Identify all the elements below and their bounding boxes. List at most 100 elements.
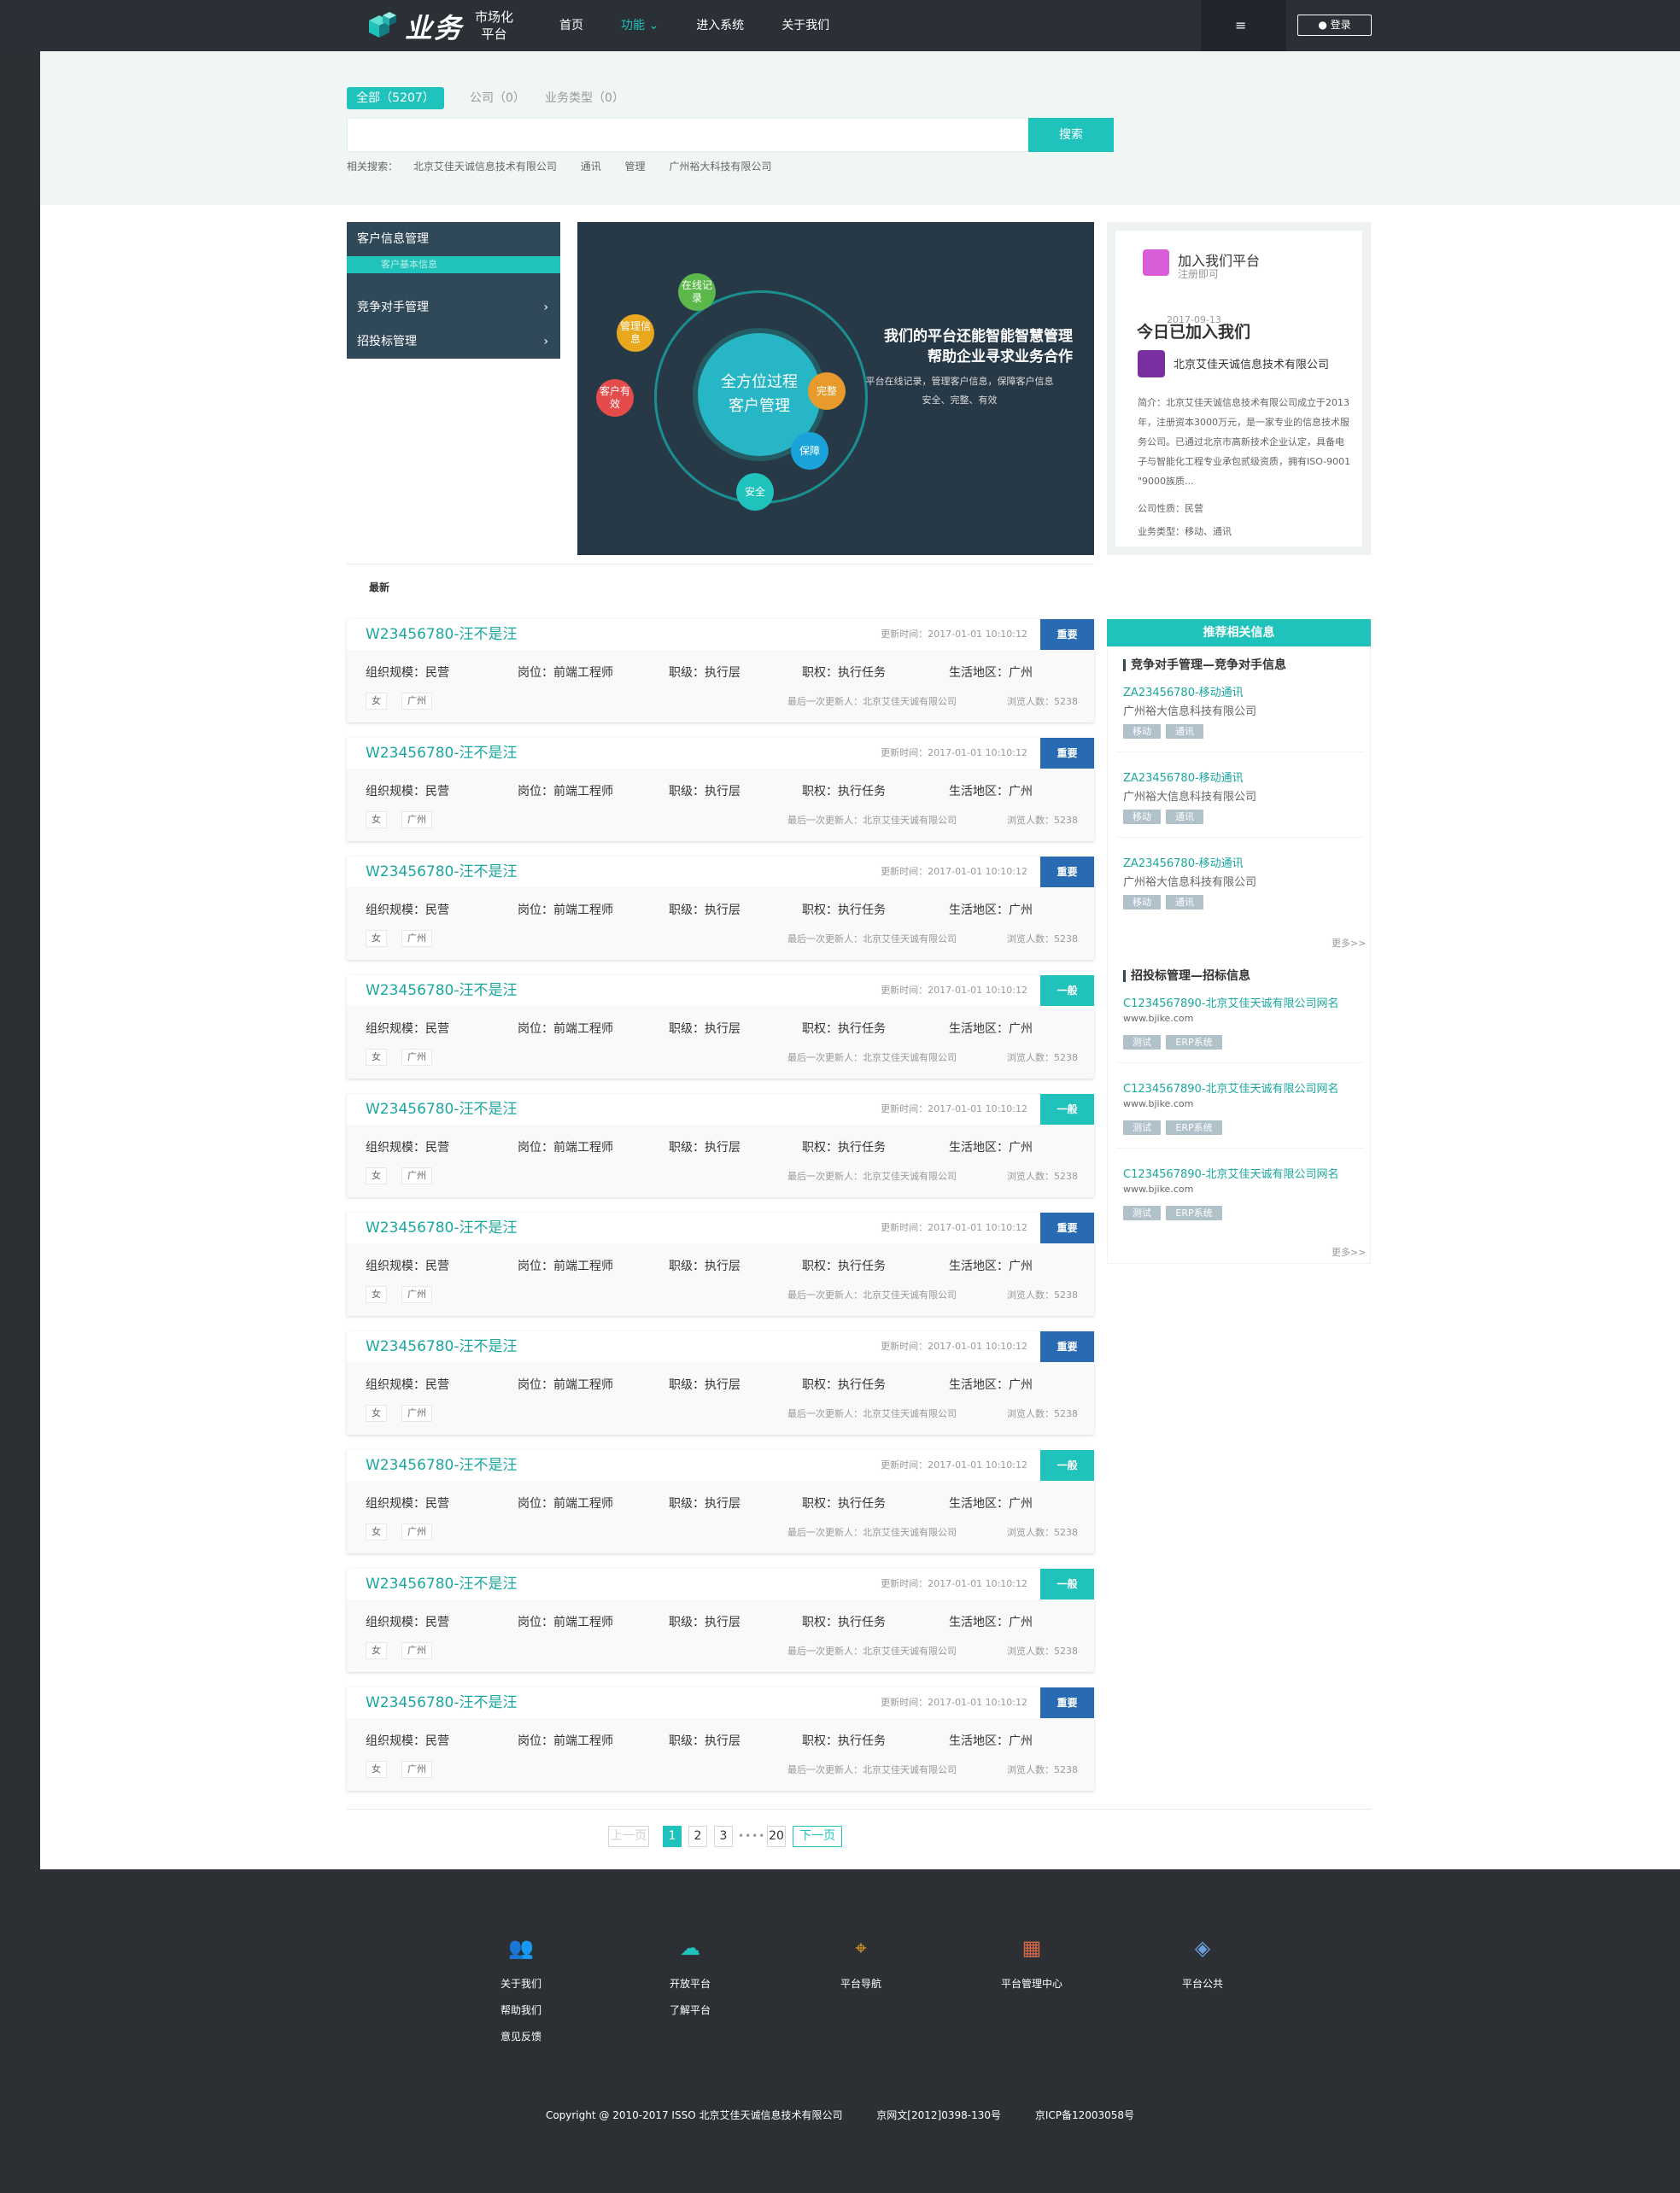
card-header: W23456780-汪不是汪 更新时间：2017-01-01 10:10:12 重要	[347, 738, 1094, 769]
list-card[interactable]: W23456780-汪不是汪 更新时间：2017-01-01 10:10:12 一般…	[347, 975, 1094, 1079]
list-card[interactable]: W23456780-汪不是汪 更新时间：2017-01-01 10:10:12 一般…	[347, 1450, 1094, 1553]
list-card[interactable]: W23456780-汪不是汪 更新时间：2017-01-01 10:10:12 一般…	[347, 1569, 1094, 1672]
map-pin-icon: ⌖	[855, 1936, 867, 1960]
footer-link[interactable]: 开放平台	[647, 1971, 733, 1997]
card-updater: 最后一次更新人：北京艾佳天诚有限公司	[787, 696, 957, 707]
logo[interactable]: 业务 市场化 平台	[360, 5, 523, 46]
card-title[interactable]: W23456780-汪不是汪	[366, 1687, 517, 1718]
pager-next[interactable]: 下一页	[793, 1826, 842, 1847]
card-area: 生活地区：广州	[949, 1734, 1033, 1748]
footer-link[interactable]: 意见反馈	[478, 2024, 564, 2050]
card-views: 浏览人数：5238	[1007, 1764, 1078, 1775]
hero-banner[interactable]: 全方位过程 客户管理 在线记录 管理信息 客户有效 完整 保障 安全 我们的平台…	[577, 222, 1094, 555]
pager-page-2[interactable]: 2	[688, 1826, 707, 1847]
competitor-title[interactable]: ZA23456780-移动通讯	[1123, 854, 1244, 870]
nav-enter-system[interactable]: 进入系统	[696, 0, 744, 51]
join-icon	[1143, 249, 1169, 276]
competitor-title[interactable]: ZA23456780-移动通讯	[1123, 769, 1244, 785]
pager-prev[interactable]: 上一页	[608, 1826, 649, 1847]
menu-label: 竞争对手管理	[357, 301, 429, 314]
search-button[interactable]: 搜索	[1028, 118, 1114, 152]
nav-home[interactable]: 首页	[559, 0, 583, 51]
card-updater: 最后一次更新人：北京艾佳天诚有限公司	[787, 815, 957, 826]
list-card[interactable]: W23456780-汪不是汪 更新时间：2017-01-01 10:10:12 重要…	[347, 1331, 1094, 1435]
footer-link[interactable]: 关于我们	[478, 1971, 564, 1997]
menu-customer-info[interactable]: 客户信息管理	[347, 222, 560, 256]
list-card[interactable]: W23456780-汪不是汪 更新时间：2017-01-01 10:10:12 重要…	[347, 1213, 1094, 1316]
pager-page-1[interactable]: 1	[663, 1826, 682, 1847]
tab-all[interactable]: 全部（5207）	[347, 87, 444, 109]
card-title[interactable]: W23456780-汪不是汪	[366, 857, 517, 887]
card-tag: 广州	[401, 1523, 432, 1541]
card-update-time: 更新时间：2017-01-01 10:10:12	[881, 1103, 1027, 1114]
card-tag: 女	[366, 1286, 387, 1303]
bid-title[interactable]: C1234567890-北京艾佳天诚有限公司网名	[1123, 1079, 1338, 1096]
list-card[interactable]: W23456780-汪不是汪 更新时间：2017-01-01 10:10:12 一般…	[347, 1094, 1094, 1197]
menu-bidding[interactable]: 招投标管理 ›	[347, 325, 560, 359]
related-link[interactable]: 管理	[625, 161, 646, 173]
card-scale: 组织规模：民营	[366, 904, 449, 917]
search-input[interactable]	[347, 118, 1028, 152]
pager-page-last[interactable]: 20	[767, 1826, 786, 1847]
copyright-text: Copyright @ 2010-2017 ISSO 北京艾佳天诚信息技术有限公…	[545, 2109, 843, 2121]
list-card[interactable]: W23456780-汪不是汪 更新时间：2017-01-01 10:10:12 重要…	[347, 619, 1094, 722]
hamburger-menu-icon[interactable]: ≡	[1235, 19, 1252, 32]
card-title[interactable]: W23456780-汪不是汪	[366, 1569, 517, 1599]
footer-link[interactable]: 帮助我们	[478, 1997, 564, 2024]
list-card[interactable]: W23456780-汪不是汪 更新时间：2017-01-01 10:10:12 重要…	[347, 1687, 1094, 1791]
section-title: 最新	[369, 582, 390, 594]
card-tag: 女	[366, 1642, 387, 1659]
company-name[interactable]: 北京艾佳天诚信息技术有限公司	[1174, 355, 1329, 371]
card-area: 生活地区：广州	[949, 1022, 1033, 1036]
tab-business-type[interactable]: 业务类型（0）	[545, 87, 624, 109]
related-link[interactable]: 通讯	[581, 161, 601, 173]
card-tag: 女	[366, 1167, 387, 1184]
card-title[interactable]: W23456780-汪不是汪	[366, 1450, 517, 1481]
bidding-more-link[interactable]: 更多>>	[1332, 1245, 1366, 1259]
card-title[interactable]: W23456780-汪不是汪	[366, 619, 517, 650]
card-title[interactable]: W23456780-汪不是汪	[366, 1331, 517, 1362]
pager-page-3[interactable]: 3	[714, 1826, 733, 1847]
card-scale: 组织规模：民营	[366, 1497, 449, 1511]
menu-competitor[interactable]: 竞争对手管理 ›	[347, 290, 560, 325]
card-title[interactable]: W23456780-汪不是汪	[366, 1094, 517, 1125]
competitor-tag: 通讯	[1166, 895, 1203, 909]
footer-link[interactable]: 平台管理中心	[989, 1971, 1074, 1997]
card-header: W23456780-汪不是汪 更新时间：2017-01-01 10:10:12 一般	[347, 1569, 1094, 1599]
card-level: 职级：执行层	[669, 1497, 740, 1511]
card-tag: 女	[366, 693, 387, 710]
nav-about[interactable]: 关于我们	[781, 0, 829, 51]
license-number-1: 京网文[2012]0398-130号	[876, 2109, 1001, 2121]
card-title[interactable]: W23456780-汪不是汪	[366, 738, 517, 769]
card-post: 岗位：前端工程师	[518, 1141, 613, 1155]
bid-title[interactable]: C1234567890-北京艾佳天诚有限公司网名	[1123, 994, 1338, 1010]
card-header: W23456780-汪不是汪 更新时间：2017-01-01 10:10:12 重要	[347, 857, 1094, 887]
related-link[interactable]: 北京艾佳天诚信息技术有限公司	[413, 161, 557, 173]
card-title[interactable]: W23456780-汪不是汪	[366, 1213, 517, 1243]
nav-features[interactable]: 功能 ⌄	[621, 0, 659, 51]
login-button[interactable]: ● 登录	[1297, 15, 1372, 36]
pager-ellipsis: ••••	[738, 1830, 766, 1842]
list-card[interactable]: W23456780-汪不是汪 更新时间：2017-01-01 10:10:12 重要…	[347, 857, 1094, 960]
card-views: 浏览人数：5238	[1007, 696, 1078, 707]
footer-link[interactable]: 平台公共	[1160, 1971, 1245, 1997]
competitor-section-title: 竞争对手管理—竞争对手信息	[1123, 659, 1286, 671]
card-level: 职级：执行层	[669, 1022, 740, 1036]
footer-link[interactable]: 平台导航	[818, 1971, 904, 1997]
bid-tag: ERP系统	[1166, 1035, 1222, 1050]
list-card[interactable]: W23456780-汪不是汪 更新时间：2017-01-01 10:10:12 重要…	[347, 738, 1094, 841]
competitor-more-link[interactable]: 更多>>	[1332, 936, 1366, 950]
card-views: 浏览人数：5238	[1007, 1408, 1078, 1419]
bubble-complete: 完整	[808, 372, 846, 410]
competitor-title[interactable]: ZA23456780-移动通讯	[1123, 683, 1244, 699]
footer-link[interactable]: 了解平台	[647, 1997, 733, 2024]
related-link[interactable]: 广州裕大科技有限公司	[669, 161, 771, 173]
recommend-header: 推荐相关信息	[1107, 619, 1371, 646]
tab-company[interactable]: 公司（0）	[470, 87, 525, 109]
cloud-icon: ☁	[680, 1936, 700, 1960]
bid-title[interactable]: C1234567890-北京艾佳天诚有限公司网名	[1123, 1165, 1338, 1181]
card-title[interactable]: W23456780-汪不是汪	[366, 975, 517, 1006]
join-panel-inner: 加入我们平台 注册即可 2017-09-13 今日已加入我们 北京艾佳天诚信息技…	[1115, 231, 1362, 547]
submenu-customer-basic[interactable]: 客户基本信息	[347, 256, 560, 273]
card-updater: 最后一次更新人：北京艾佳天诚有限公司	[787, 1289, 957, 1301]
